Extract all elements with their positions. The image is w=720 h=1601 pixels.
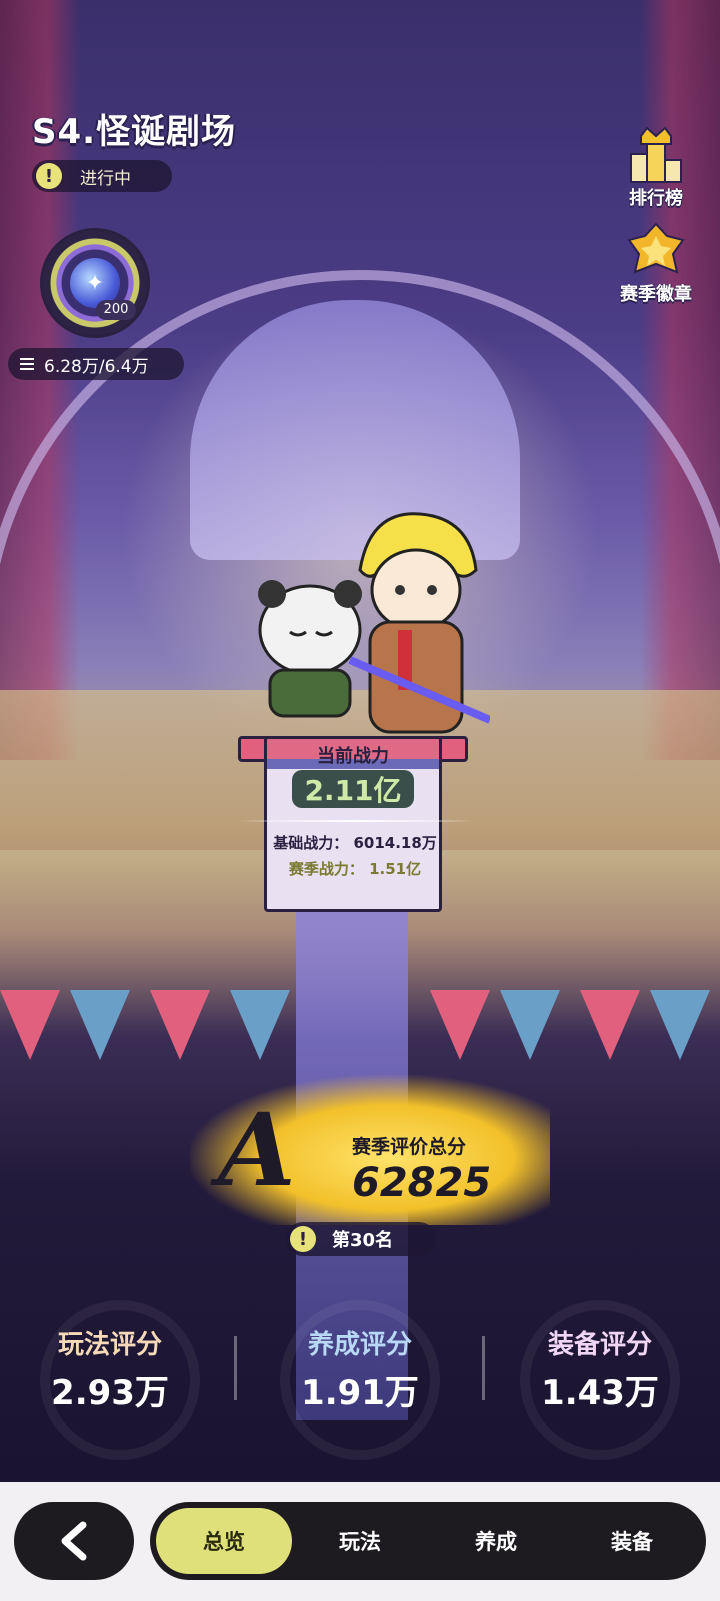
equipment-score-value: 1.43万: [541, 1373, 659, 1413]
current-power-value: 2.11亿: [304, 774, 402, 807]
season-badge-label: 赛季徽章: [620, 284, 692, 305]
status-text: 进行中: [80, 168, 131, 189]
chevron-left-icon: [61, 1521, 87, 1561]
grade-letter: A: [218, 1091, 296, 1209]
tab-overview[interactable]: 总览: [156, 1508, 292, 1574]
season-score-label: 赛季评价总分: [352, 1136, 467, 1158]
current-power-box: 2.11亿: [292, 770, 414, 808]
rank-badge[interactable]: ! 第30名: [286, 1222, 436, 1256]
podium-icon: [630, 126, 682, 183]
growth-score-value: 1.91万: [301, 1373, 419, 1413]
leaderboard-button[interactable]: 排行榜: [606, 126, 706, 210]
score-divider: [234, 1336, 237, 1400]
equipment-score[interactable]: 装备评分 1.43万: [490, 1324, 710, 1414]
gameplay-score-value: 2.93万: [51, 1373, 169, 1413]
gameplay-score[interactable]: 玩法评分 2.93万: [0, 1324, 220, 1414]
gameplay-score-label: 玩法评分: [57, 1330, 162, 1360]
progress-value: 6.28万/6.4万: [44, 356, 149, 377]
season-badge-button[interactable]: 赛季徽章: [606, 222, 706, 306]
season-title: S4.怪诞剧场: [32, 112, 237, 152]
back-button[interactable]: [14, 1502, 134, 1580]
hero-character[interactable]: [340, 510, 490, 740]
tab-equipment[interactable]: 装备: [564, 1508, 700, 1574]
tab-growth[interactable]: 养成: [428, 1508, 564, 1574]
base-power: 基础战力： 6014.18万: [273, 834, 437, 852]
season-power: 赛季战力： 1.51亿: [288, 860, 422, 878]
equipment-score-label: 装备评分: [547, 1330, 652, 1360]
status-badge: ! 进行中: [32, 160, 172, 192]
exclamation-icon: !: [290, 1226, 316, 1252]
badge-icon: [627, 222, 685, 274]
exclamation-icon: !: [36, 163, 62, 189]
divider-line: [236, 820, 476, 822]
list-icon: [20, 358, 34, 370]
leaderboard-label: 排行榜: [629, 188, 683, 209]
current-power-label: 当前战力: [317, 746, 389, 767]
score-divider: [482, 1336, 485, 1400]
tab-bar: 总览 玩法 养成 装备: [150, 1502, 706, 1580]
season-score-value: 62825: [352, 1160, 492, 1206]
rank-text: 第30名: [332, 1230, 394, 1251]
growth-score-label: 养成评分: [307, 1330, 412, 1360]
season-progress[interactable]: 6.28万/6.4万: [8, 348, 184, 380]
tab-gameplay[interactable]: 玩法: [292, 1508, 428, 1574]
badge-level: 200: [96, 300, 136, 320]
growth-score[interactable]: 养成评分 1.91万: [250, 1324, 470, 1414]
